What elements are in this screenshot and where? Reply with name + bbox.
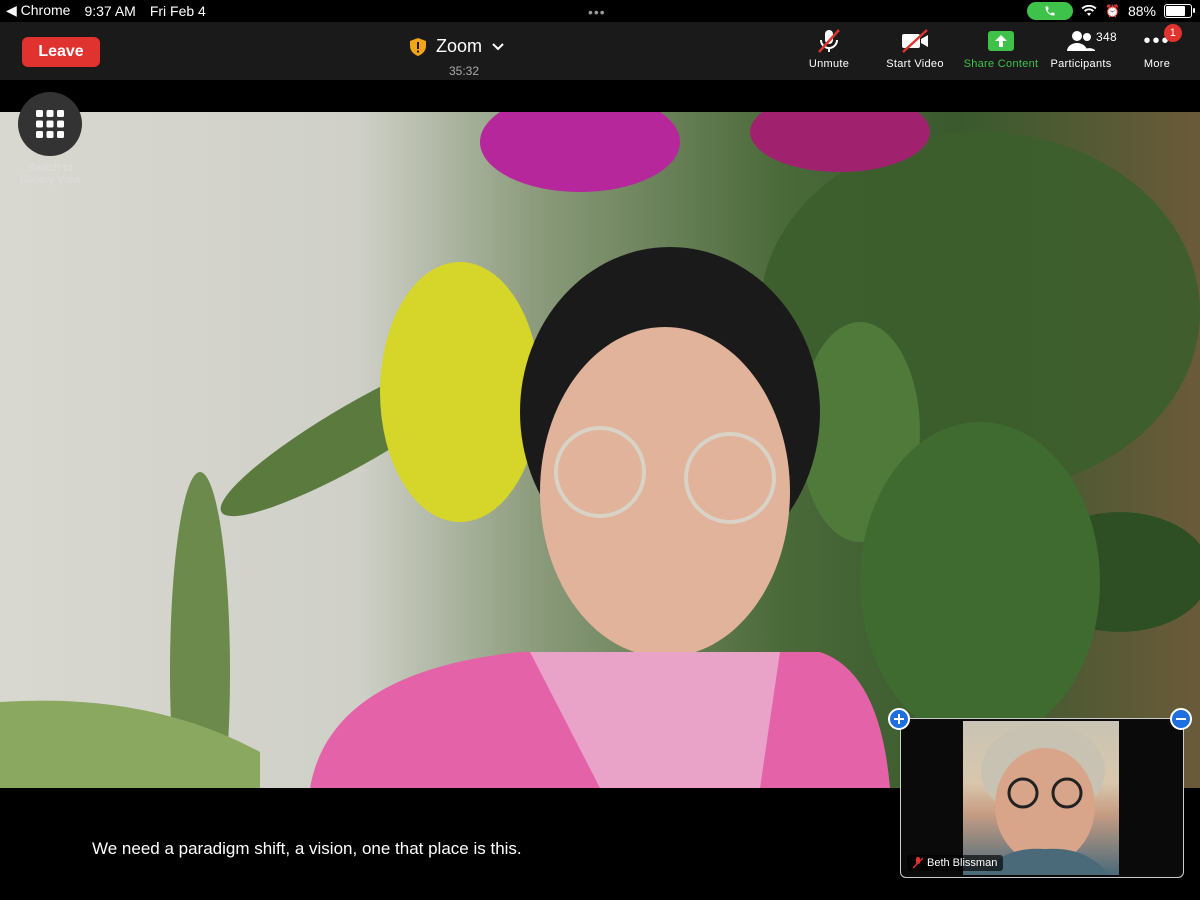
more-notification-badge: 1 [1164, 24, 1182, 42]
back-app-label: Chrome [20, 2, 71, 18]
battery-percent: 88% [1127, 3, 1156, 19]
grid-icon [36, 110, 64, 138]
back-to-app[interactable]: ◀ Chrome [6, 2, 70, 19]
video-top-gap [0, 80, 1200, 112]
unmute-label: Unmute [808, 58, 850, 70]
leave-button[interactable]: Leave [22, 37, 100, 67]
start-video-label: Start Video [886, 58, 944, 70]
status-time: 9:37 AM [84, 2, 136, 19]
participants-icon [1067, 31, 1095, 51]
gallery-label-line1: Switch to [27, 162, 73, 174]
video-off-icon [902, 29, 928, 53]
status-bar: ◀ Chrome 9:37 AM Fri Feb 4 ••• ⏰ 88% [0, 0, 1200, 22]
expand-thumbnail-button[interactable] [888, 708, 910, 730]
alarm-icon: ⏰ [1105, 4, 1120, 18]
wifi-icon [1081, 5, 1097, 16]
active-speaker-video[interactable] [0, 112, 1200, 788]
participant-name: Beth Blissman [927, 857, 998, 869]
closed-caption-text: We need a paradigm shift, a vision, one … [92, 839, 522, 858]
call-indicator[interactable] [1027, 2, 1074, 20]
shield-icon [410, 37, 426, 56]
share-content-button[interactable]: Share Content [956, 28, 1046, 76]
chevron-down-icon [492, 42, 504, 50]
multitask-dots-icon[interactable]: ••• [588, 4, 606, 20]
speaker-video-frame [0, 112, 1200, 788]
share-content-label: Share Content [963, 58, 1039, 70]
muted-mic-icon [913, 857, 923, 869]
minus-icon [1176, 718, 1186, 720]
meeting-info[interactable]: Zoom [410, 36, 504, 57]
share-screen-icon [988, 31, 1014, 51]
minimize-thumbnail-button[interactable] [1170, 708, 1192, 730]
muted-mic-icon [818, 29, 840, 53]
meeting-timer: 35:32 [449, 64, 480, 78]
phone-icon [1045, 6, 1055, 16]
meeting-toolbar: Leave Zoom 35:32 Unmute Start Video Shar… [0, 22, 1200, 80]
participant-name-badge: Beth Blissman [907, 855, 1004, 871]
plus-icon [894, 714, 904, 724]
unmute-button[interactable]: Unmute [784, 28, 874, 76]
more-label: More [1143, 58, 1171, 70]
status-date: Fri Feb 4 [149, 2, 206, 19]
battery-icon [1164, 4, 1195, 18]
start-video-button[interactable]: Start Video [870, 28, 960, 76]
participant-video [963, 721, 1119, 875]
meeting-title: Zoom [436, 36, 483, 56]
more-button[interactable]: ••• 1 More [1112, 24, 1200, 76]
self-view-thumbnail[interactable]: Beth Blissman [900, 718, 1184, 878]
gallery-view-toggle[interactable]: Switch to Gallery View [18, 92, 82, 186]
gallery-label-line2: Gallery View [19, 174, 81, 186]
participant-video-frame [981, 723, 1109, 875]
